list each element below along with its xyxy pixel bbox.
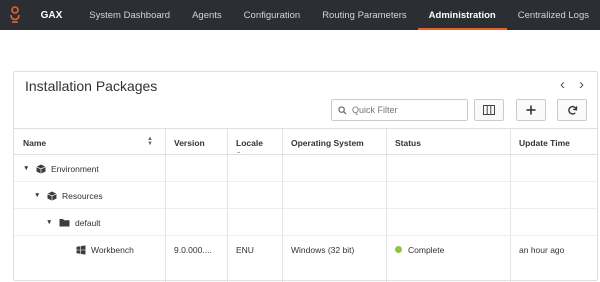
column-header-label: Update Time bbox=[519, 137, 570, 148]
os-cell: Windows (32 bit) bbox=[291, 244, 355, 255]
table-row[interactable]: ▼ default bbox=[14, 209, 597, 236]
column-header-name[interactable]: Name ▲ ▼ bbox=[14, 129, 165, 156]
top-nav: GAX System Dashboard Agents Configuratio… bbox=[0, 0, 600, 30]
table-row[interactable]: ▼ Resources bbox=[14, 182, 597, 209]
tree-node: ▼ default bbox=[46, 209, 101, 236]
nav-configuration[interactable]: Configuration bbox=[233, 0, 312, 30]
update-time-cell: an hour ago bbox=[519, 244, 565, 255]
add-button[interactable] bbox=[516, 99, 546, 121]
search-icon bbox=[338, 105, 347, 115]
tree-node: Workbench bbox=[76, 236, 134, 263]
table-row[interactable]: Workbench 9.0.000.... ENU Windows (32 bi… bbox=[14, 236, 597, 263]
cube-icon bbox=[36, 164, 46, 174]
columns-icon bbox=[483, 105, 495, 115]
panel-title: Installation Packages bbox=[25, 78, 158, 94]
column-header-locale[interactable]: Locale – bbox=[227, 129, 282, 157]
tree-node: ▼ Environment bbox=[23, 155, 99, 182]
nav-centralized-logs[interactable]: Centralized Logs bbox=[507, 0, 600, 30]
status-cell: Complete bbox=[395, 236, 444, 263]
node-label: Environment bbox=[51, 163, 99, 174]
column-header-operating-system[interactable]: Operating System bbox=[282, 129, 386, 156]
nav-administration[interactable]: Administration bbox=[417, 0, 507, 30]
windows-icon bbox=[76, 244, 86, 255]
version-cell: 9.0.000.... bbox=[174, 244, 212, 255]
table-header: Name ▲ ▼ Version Locale – Operating Syste… bbox=[14, 128, 597, 157]
nav-routing-parameters[interactable]: Routing Parameters bbox=[311, 0, 417, 30]
caret-down-icon[interactable]: ▼ bbox=[46, 219, 54, 226]
node-label: default bbox=[75, 217, 101, 228]
refresh-icon bbox=[567, 105, 577, 115]
table-row[interactable]: ▼ Environment bbox=[14, 155, 597, 182]
app-name: GAX bbox=[40, 9, 63, 21]
columns-button[interactable] bbox=[474, 99, 504, 121]
quick-filter-input[interactable] bbox=[352, 105, 462, 115]
quick-filter-box[interactable] bbox=[331, 99, 468, 121]
column-header-version[interactable]: Version bbox=[165, 129, 227, 156]
plus-icon bbox=[526, 105, 536, 115]
column-header-status[interactable]: Status bbox=[386, 129, 510, 156]
nav-system-dashboard[interactable]: System Dashboard bbox=[78, 0, 181, 30]
tree-node: ▼ Resources bbox=[34, 182, 103, 209]
locale-cell: ENU bbox=[236, 244, 254, 255]
package-name: Workbench bbox=[91, 244, 134, 255]
column-header-label: Name bbox=[23, 137, 47, 148]
nav-agents[interactable]: Agents bbox=[181, 0, 233, 30]
installation-packages-panel: Installation Packages ‹ › Quick Filter N… bbox=[13, 71, 598, 282]
column-header-update-time[interactable]: Update Time bbox=[510, 129, 597, 156]
caret-down-icon[interactable]: ▼ bbox=[34, 192, 42, 199]
chevron-left-icon[interactable]: ‹ bbox=[560, 76, 565, 93]
node-label: Resources bbox=[62, 190, 103, 201]
cube-icon bbox=[47, 191, 57, 201]
status-label: Complete bbox=[408, 244, 445, 255]
genesys-logo-icon[interactable] bbox=[0, 0, 31, 30]
column-header-label: Status bbox=[395, 137, 421, 148]
refresh-button[interactable] bbox=[557, 99, 587, 121]
sort-icon[interactable]: ▲ ▼ bbox=[147, 136, 153, 147]
column-header-label: Version bbox=[174, 137, 205, 148]
folder-icon bbox=[59, 219, 70, 227]
column-header-label: Locale bbox=[236, 137, 263, 148]
chevron-right-icon[interactable]: › bbox=[579, 76, 584, 93]
status-dot-icon bbox=[395, 246, 402, 253]
caret-down-icon[interactable]: ▼ bbox=[23, 165, 31, 172]
column-header-label: Operating System bbox=[291, 137, 364, 148]
